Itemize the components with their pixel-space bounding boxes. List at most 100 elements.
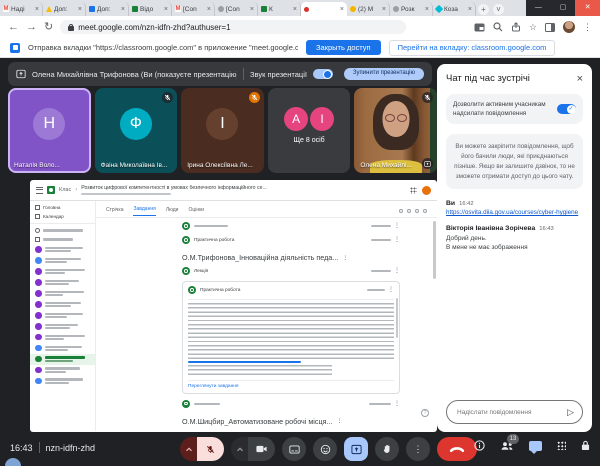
host-controls-button[interactable] [581,440,590,451]
mic-button[interactable] [180,437,224,461]
raise-hand-button[interactable] [375,437,399,461]
tab-close-icon[interactable]: × [425,6,429,13]
course-item-current[interactable] [30,354,95,365]
course-item[interactable] [30,376,95,387]
presentation-audio-toggle[interactable] [313,69,333,79]
browser-tab[interactable]: К× [258,2,301,16]
profile-avatar[interactable] [563,21,575,33]
new-tab-button[interactable]: + [478,4,489,15]
course-item[interactable] [30,310,95,321]
present-button-active[interactable] [344,437,368,461]
camera-options-chevron-icon[interactable] [231,437,248,461]
bookmark-star-icon[interactable]: ☆ [529,22,537,33]
share-icon[interactable] [511,22,521,32]
media-control-icon[interactable] [474,23,485,32]
minimize-button[interactable]: — [526,0,551,16]
course-item[interactable] [30,266,95,277]
stop-sharing-button[interactable]: Закрыть доступ [306,40,381,55]
close-chat-icon[interactable]: × [577,74,583,84]
more-options-button[interactable]: ⋮ [406,437,430,461]
apps-grid-icon[interactable] [410,187,417,194]
course-item[interactable] [30,332,95,343]
browser-tab[interactable]: Коза× [433,2,476,16]
classwork-item[interactable]: Лекція ⋮ [182,264,400,278]
tab-stream[interactable]: Стрічка [106,207,123,216]
tab-close-icon[interactable]: × [293,6,297,13]
participant-tile[interactable]: Ф Фаіна Миколаївна Ів... [95,88,178,173]
course-title-block[interactable]: Розвиток цифрової компетентності в умова… [81,185,267,195]
tab-close-icon[interactable]: × [35,6,39,13]
self-video-tile[interactable]: Олена Михайлі... [354,88,437,173]
browser-tab-active-meet[interactable]: × [301,2,347,16]
browser-menu-icon[interactable]: ⋮ [583,22,592,33]
more-participants-tile[interactable]: А І Ще 8 осіб [268,88,351,173]
browser-tab[interactable]: Доп:× [43,2,86,16]
browser-tab[interactable]: Розк× [390,2,433,16]
tab-close-icon[interactable]: × [164,6,168,13]
classwork-item[interactable]: ⋮ [182,397,400,411]
camera-icon[interactable] [248,437,275,461]
course-item[interactable] [30,321,95,332]
sidebar-item-home[interactable]: Головна [30,203,95,212]
send-message-icon[interactable]: ▷ [567,407,574,418]
message-link[interactable]: https://osvita.diia.gov.ua/courses/cyber… [446,209,583,216]
mic-options-chevron-icon[interactable] [180,437,197,461]
item-menu-icon[interactable]: ⋮ [394,223,400,229]
browser-tab[interactable]: [Con× [215,2,258,16]
zoom-icon[interactable] [493,22,503,32]
course-item[interactable] [30,244,95,255]
browser-tab[interactable]: Відо× [129,2,172,16]
main-scrollbar[interactable] [433,221,436,279]
tab-close-icon[interactable]: × [121,6,125,13]
participants-button[interactable]: 13 [500,441,514,451]
browser-tab[interactable]: Доп:× [86,2,129,16]
browser-tab[interactable]: (2) M× [347,2,390,16]
participant-tile[interactable]: І Ірина Олексіївна Ле... [181,88,264,173]
back-icon[interactable]: ← [8,22,19,33]
goto-tab-button[interactable]: Перейти на вкладку: classroom.google.com [389,40,556,56]
reactions-button[interactable] [313,437,337,461]
classwork-item[interactable]: ⋮ [182,219,400,233]
classwork-item[interactable]: Практична робота ⋮ [182,233,400,247]
item-menu-icon[interactable]: ⋮ [388,287,394,293]
course-item[interactable] [30,277,95,288]
course-item[interactable] [30,299,95,310]
course-item[interactable] [30,343,95,354]
item-menu-icon[interactable]: ⋮ [394,268,400,274]
tab-search-button[interactable]: ˅ [493,4,504,15]
tab-classwork[interactable]: Завдання [133,206,155,216]
browser-tab[interactable]: M[Con× [172,2,215,16]
tab-close-icon[interactable]: × [78,6,82,13]
classroom-avatar[interactable] [422,186,431,195]
camera-button[interactable] [231,437,275,461]
tab-close-icon[interactable]: × [468,6,472,13]
view-assignment-link[interactable]: Переглянути завдання [188,384,394,389]
browser-tab[interactable]: MНаді× [0,2,43,16]
item-menu-icon[interactable]: ⋮ [394,401,400,407]
help-icon[interactable]: ? [421,409,429,417]
mic-off-icon[interactable] [197,437,224,461]
activities-button[interactable] [557,441,566,450]
inline-link-placeholder[interactable] [188,361,301,363]
menu-icon[interactable] [36,187,43,194]
stop-presentation-button[interactable]: Зупинити презентацію [344,68,424,80]
topic-menu-icon[interactable]: ⋮ [342,255,348,261]
maximize-button[interactable]: ▢ [551,0,576,16]
course-item[interactable] [30,365,95,376]
tab-close-icon[interactable]: × [207,6,211,13]
tab-close-icon[interactable]: × [382,6,386,13]
tab-close-icon[interactable]: × [340,6,344,13]
captions-button[interactable] [282,437,306,461]
card-scrollbar[interactable] [396,298,398,338]
tab-grades[interactable]: Оцінки [188,207,204,216]
meeting-details-button[interactable] [474,440,485,451]
participant-tile[interactable]: Н Наталія Воло... [8,88,91,173]
assignment-card-header[interactable]: Практична робота ⋮ [188,286,394,296]
reload-icon[interactable]: ↻ [44,22,53,33]
sidebar-item-calendar[interactable]: Календар [30,212,95,221]
item-menu-icon[interactable]: ⋮ [394,237,400,243]
forward-icon[interactable]: → [26,22,37,33]
side-panel-icon[interactable] [545,23,555,32]
topic-menu-icon[interactable]: ⋮ [337,418,343,424]
url-field[interactable]: meet.google.com/nzn-idfn-zhd?authuser=1 [60,20,406,34]
